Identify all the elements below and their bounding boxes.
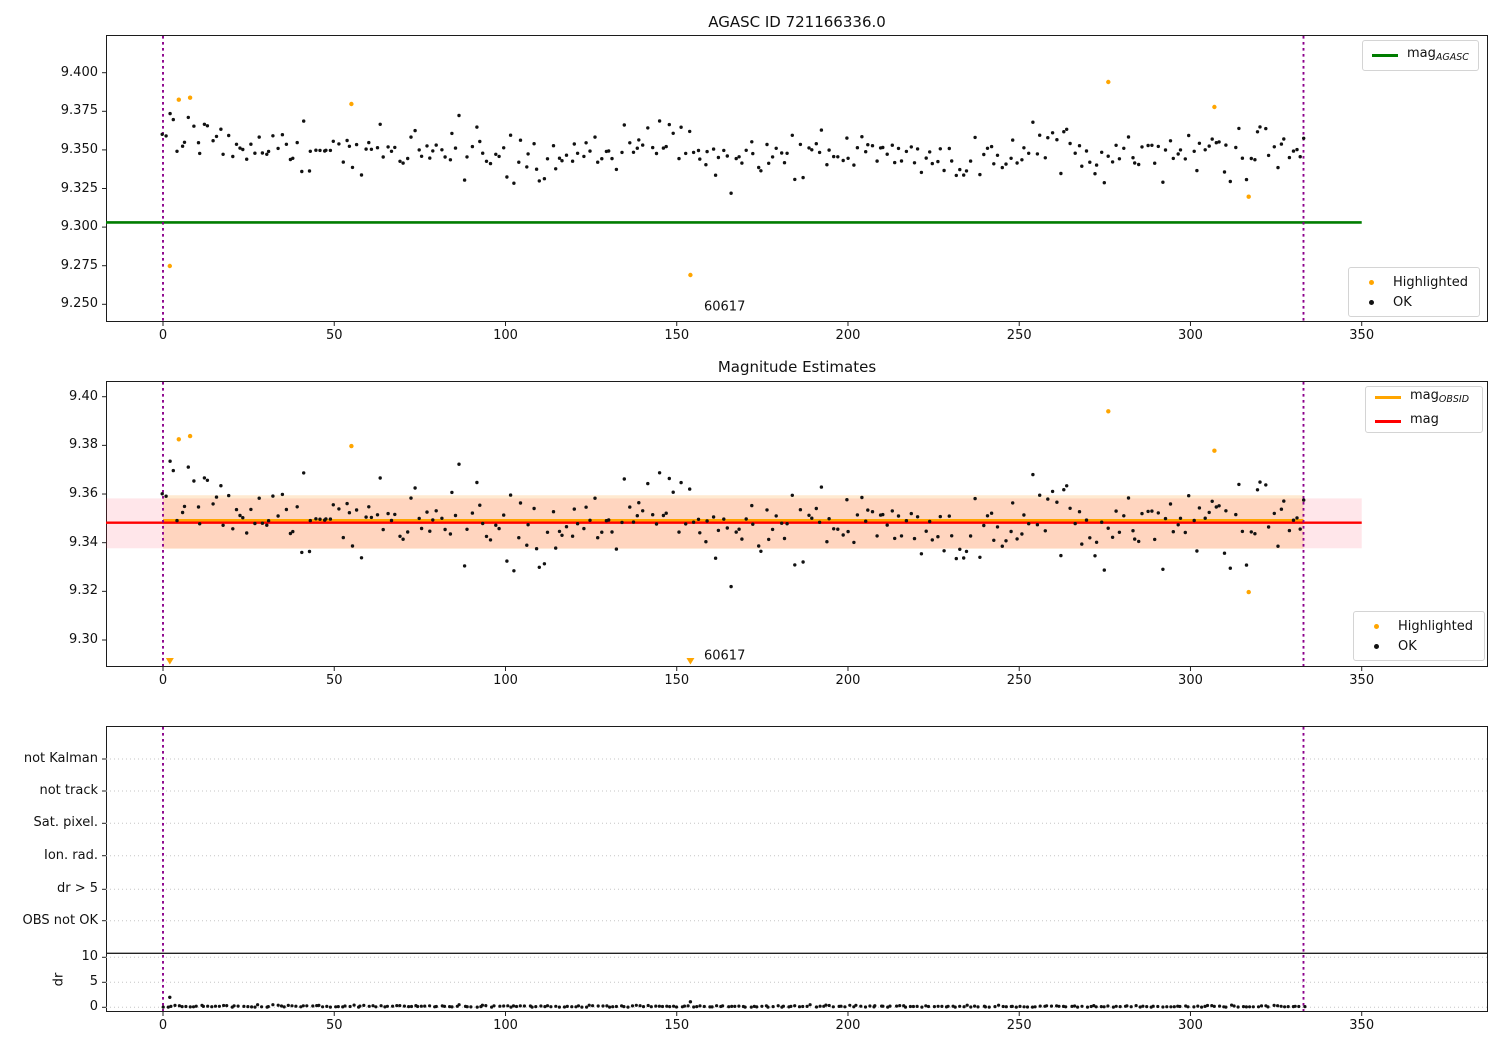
panel-magnitude-estimates bbox=[106, 381, 1488, 667]
figure: AGASC ID 721166336.0 Magnitude Estimates… bbox=[0, 0, 1500, 1050]
x-tick-label: 350 bbox=[1349, 328, 1375, 343]
y-tick-label: 9.375 bbox=[60, 103, 98, 119]
legend-mag-agasc: magAGASC bbox=[1362, 40, 1479, 71]
x-tick-label: 200 bbox=[835, 1018, 861, 1033]
x-tick-label: 0 bbox=[158, 328, 168, 343]
orange-line-sample-icon bbox=[1375, 396, 1401, 399]
title-agasc: AGASC ID 721166336.0 bbox=[708, 13, 886, 31]
legend-markers-middle: Highlighted OK bbox=[1353, 611, 1485, 661]
x-tick-label: 0 bbox=[158, 1018, 168, 1033]
dr-tick-label: 0 bbox=[89, 999, 98, 1015]
flag-category-label: not track bbox=[39, 783, 98, 798]
x-tick-label: 100 bbox=[493, 673, 518, 688]
x-tick-label: 100 bbox=[493, 328, 518, 343]
flag-category-label: Sat. pixel. bbox=[33, 815, 98, 831]
flag-category-label: not Kalman bbox=[23, 751, 98, 766]
black-dot-icon bbox=[1363, 639, 1389, 654]
obsid-annotation-middle: 60617 bbox=[703, 648, 746, 664]
legend-item-highlighted: Highlighted bbox=[1358, 275, 1470, 290]
legend-item-mag-obsid: magOBSID bbox=[1375, 388, 1473, 407]
y-tick-label: 9.300 bbox=[60, 219, 98, 235]
legend-item-mag: mag bbox=[1375, 412, 1473, 431]
legend-item-ok: OK bbox=[1363, 639, 1475, 654]
legend-label: Highlighted bbox=[1393, 274, 1468, 290]
legend-mag-lines: magOBSID mag bbox=[1365, 386, 1483, 433]
y-tick-label: 9.32 bbox=[69, 583, 98, 599]
x-tick-label: 250 bbox=[1006, 673, 1032, 688]
x-tick-label: 0 bbox=[158, 673, 168, 688]
y-tick-label: 9.40 bbox=[69, 388, 98, 404]
black-dot-icon bbox=[1358, 295, 1384, 310]
legend-label: OK bbox=[1398, 638, 1417, 654]
y-tick-label: 9.30 bbox=[69, 632, 98, 647]
x-tick-label: 250 bbox=[1006, 1018, 1032, 1033]
x-tick-label: 150 bbox=[664, 673, 690, 688]
y-tick-label: 9.250 bbox=[60, 296, 98, 312]
x-tick-label: 50 bbox=[325, 328, 343, 343]
panel-flags bbox=[106, 726, 1488, 1012]
x-tick-label: 300 bbox=[1178, 1018, 1203, 1033]
legend-item-highlighted: Highlighted bbox=[1363, 619, 1475, 634]
y-tick-label: 9.350 bbox=[60, 141, 98, 157]
x-tick-label: 50 bbox=[325, 673, 343, 688]
legend-label: mag bbox=[1410, 412, 1439, 427]
dr-tick-label: 5 bbox=[89, 974, 98, 990]
x-tick-label: 200 bbox=[835, 673, 861, 688]
flag-category-label: OBS not OK bbox=[22, 912, 99, 928]
legend-label: magAGASC bbox=[1407, 46, 1469, 63]
legend-label: Highlighted bbox=[1398, 618, 1473, 634]
legend-label: magOBSID bbox=[1410, 388, 1470, 405]
x-tick-label: 250 bbox=[1006, 328, 1032, 343]
orange-dot-icon bbox=[1358, 275, 1384, 290]
y-tick-label: 9.275 bbox=[60, 257, 98, 273]
obsid-annotation-top: 60617 bbox=[703, 299, 746, 315]
y-tick-label: 9.36 bbox=[69, 486, 98, 502]
legend-item-ok: OK bbox=[1358, 295, 1470, 310]
x-tick-label: 200 bbox=[835, 328, 861, 343]
x-tick-label: 150 bbox=[664, 1018, 690, 1033]
x-tick-label: 100 bbox=[493, 1018, 518, 1033]
x-tick-label: 300 bbox=[1178, 673, 1203, 688]
y-tick-label: 9.400 bbox=[60, 64, 98, 80]
x-tick-label: 150 bbox=[664, 328, 690, 343]
panel-agasc bbox=[106, 35, 1488, 322]
title-magnitude-estimates: Magnitude Estimates bbox=[717, 358, 877, 376]
x-tick-label: 50 bbox=[325, 1018, 343, 1033]
legend-label: OK bbox=[1393, 294, 1412, 310]
x-tick-label: 350 bbox=[1349, 1018, 1375, 1033]
flag-category-label: Ion. rad. bbox=[44, 847, 98, 863]
x-tick-label: 350 bbox=[1349, 673, 1375, 688]
dr-tick-label: 10 bbox=[81, 949, 98, 965]
green-line-sample-icon bbox=[1372, 54, 1398, 57]
flag-category-label: dr > 5 bbox=[56, 881, 98, 897]
y-tick-label: 9.38 bbox=[69, 437, 98, 453]
red-line-sample-icon bbox=[1375, 420, 1401, 423]
orange-dot-icon bbox=[1363, 619, 1389, 634]
y-tick-label: 9.34 bbox=[69, 534, 98, 550]
y-tick-label: 9.325 bbox=[60, 180, 98, 196]
legend-item-mag-agasc: magAGASC bbox=[1372, 46, 1469, 65]
x-tick-label: 300 bbox=[1178, 328, 1203, 343]
legend-markers-top: Highlighted OK bbox=[1348, 267, 1480, 317]
